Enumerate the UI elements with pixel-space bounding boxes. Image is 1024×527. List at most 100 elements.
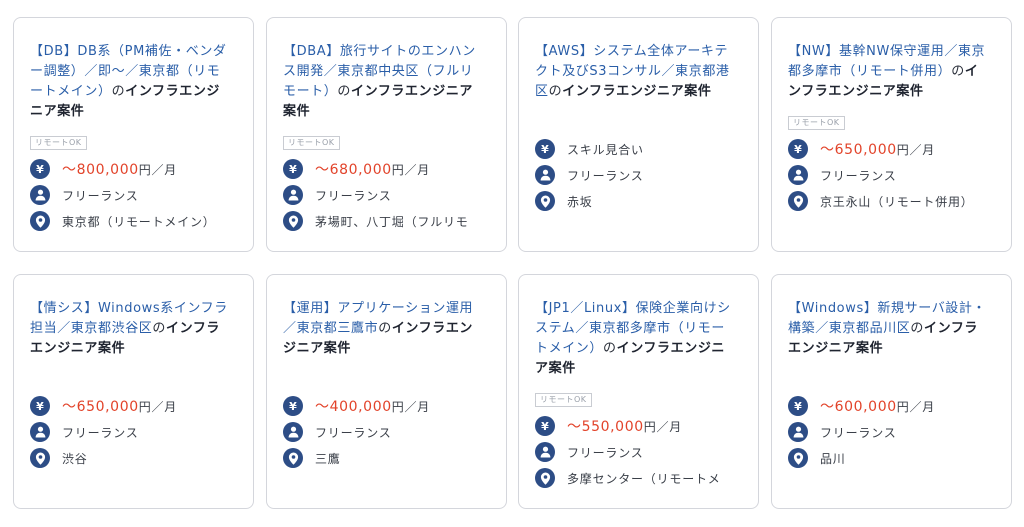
job-card[interactable]: 【JP1／Linux】保険企業向けシステム／東京都多摩市（リモートメイン）のイン… (518, 274, 759, 509)
location-text: 品川 (820, 451, 846, 466)
contract-type: フリーランス (62, 188, 139, 203)
job-title[interactable]: 【NW】基幹NW保守運用／東京都多摩市（リモート併用）のインフラエンジニア案件 (788, 42, 991, 102)
price-row: ¥ 〜600,000円／月 (788, 393, 991, 419)
price-prefix: 〜 (62, 162, 77, 178)
price-prefix: 〜 (315, 162, 330, 178)
price-unit: 円／月 (138, 400, 178, 414)
job-title-part: の (603, 341, 617, 356)
remote-ok-badge: リモートOK (30, 136, 87, 150)
price-unit: 円／月 (391, 163, 431, 177)
job-title-part: インフラエンジニア案件 (562, 84, 712, 99)
yen-icon: ¥ (283, 396, 303, 416)
job-title[interactable]: 【運用】アプリケーション運用／東京都三鷹市のインフラエンジニア案件 (283, 299, 486, 359)
price-text: スキル見合い (567, 142, 644, 157)
contract-row: フリーランス (788, 162, 991, 188)
map-pin-icon (30, 211, 50, 231)
person-icon (788, 422, 808, 442)
person-icon (30, 422, 50, 442)
price-value: 〜650,000円／月 (820, 139, 935, 159)
price-value: 〜400,000円／月 (315, 396, 430, 416)
price-row: ¥ 〜400,000円／月 (283, 393, 486, 419)
job-card-grid: 【DB】DB系（PM補佐・ベンダー調整）／即〜／東京都（リモートメイン）のインフ… (0, 0, 1024, 527)
price-prefix: 〜 (62, 399, 77, 415)
yen-icon: ¥ (535, 139, 555, 159)
yen-icon: ¥ (283, 159, 303, 179)
price-prefix: 〜 (820, 399, 835, 415)
location-row: 赤坂 (535, 188, 738, 214)
yen-icon: ¥ (30, 396, 50, 416)
price-amount: 600,000 (834, 399, 897, 415)
contract-row: フリーランス (30, 419, 233, 445)
price-value: 〜650,000円／月 (62, 396, 177, 416)
contract-row: フリーランス (535, 439, 738, 465)
remote-ok-badge: リモートOK (788, 116, 845, 130)
contract-row: フリーランス (535, 162, 738, 188)
job-card[interactable]: 【情シス】Windows系インフラ担当／東京都渋谷区のインフラエンジニア案件 ¥ 〜… (13, 274, 254, 509)
price-row: ¥ 〜680,000円／月 (283, 156, 486, 182)
job-card[interactable]: 【DB】DB系（PM補佐・ベンダー調整）／即〜／東京都（リモートメイン）のインフ… (13, 17, 254, 252)
job-title[interactable]: 【DB】DB系（PM補佐・ベンダー調整）／即〜／東京都（リモートメイン）のインフ… (30, 42, 233, 122)
contract-row: フリーランス (788, 419, 991, 445)
location-row: 多摩センター（リモートメ (535, 465, 738, 491)
job-title-part: の (951, 64, 965, 79)
price-amount: 650,000 (76, 399, 139, 415)
price-value: 〜600,000円／月 (820, 396, 935, 416)
location-text: 東京都（リモートメイン） (62, 214, 216, 229)
job-title[interactable]: 【AWS】システム全体アーキテクト及びS3コンサル／東京都港区のインフラエンジニ… (535, 42, 738, 102)
contract-type: フリーランス (820, 168, 897, 183)
job-card[interactable]: 【運用】アプリケーション運用／東京都三鷹市のインフラエンジニア案件 ¥ 〜400,0… (266, 274, 507, 509)
job-card[interactable]: 【DBA】旅行サイトのエンハンス開発／東京都中央区（フルリモート）のインフラエン… (266, 17, 507, 252)
job-card[interactable]: 【AWS】システム全体アーキテクト及びS3コンサル／東京都港区のインフラエンジニ… (518, 17, 759, 252)
location-text: 三鷹 (315, 451, 341, 466)
map-pin-icon (283, 211, 303, 231)
price-row: ¥ 〜650,000円／月 (788, 136, 991, 162)
price-row: ¥ 〜650,000円／月 (30, 393, 233, 419)
job-title[interactable]: 【Windows】新規サーバ設計・構築／東京都品川区のインフラエンジニア案件 (788, 299, 991, 359)
price-row: ¥ 〜800,000円／月 (30, 156, 233, 182)
job-title[interactable]: 【JP1／Linux】保険企業向けシステム／東京都多摩市（リモートメイン）のイン… (535, 299, 738, 379)
contract-row: フリーランス (283, 419, 486, 445)
location-text: 茅場町、八丁堀（フルリモ (315, 214, 469, 229)
contract-type: フリーランス (567, 168, 644, 183)
job-title-part: の (548, 84, 563, 99)
contract-row: フリーランス (283, 182, 486, 208)
location-text: 多摩センター（リモートメ (567, 471, 721, 486)
map-pin-icon (30, 448, 50, 468)
yen-icon: ¥ (788, 396, 808, 416)
price-unit: 円／月 (643, 420, 683, 434)
location-text: 赤坂 (567, 194, 593, 209)
contract-type: フリーランス (315, 188, 392, 203)
job-title[interactable]: 【情シス】Windows系インフラ担当／東京都渋谷区のインフラエンジニア案件 (30, 299, 233, 359)
price-unit: 円／月 (138, 163, 178, 177)
remote-ok-badge: リモートOK (283, 136, 340, 150)
location-row: 茅場町、八丁堀（フルリモ (283, 208, 486, 234)
location-row: 東京都（リモートメイン） (30, 208, 233, 234)
price-unit: 円／月 (896, 400, 936, 414)
yen-icon: ¥ (788, 139, 808, 159)
remote-ok-badge: リモートOK (535, 393, 592, 407)
location-row: 三鷹 (283, 445, 486, 471)
location-text: 京王永山（リモート併用） (820, 194, 974, 209)
job-title-part: の (152, 321, 167, 336)
location-text: 渋谷 (62, 451, 88, 466)
job-title-part: の (910, 321, 925, 336)
location-row: 京王永山（リモート併用） (788, 188, 991, 214)
person-icon (535, 165, 555, 185)
price-prefix: 〜 (567, 419, 582, 435)
job-title[interactable]: 【DBA】旅行サイトのエンハンス開発／東京都中央区（フルリモート）のインフラエン… (283, 42, 486, 122)
price-unit: 円／月 (896, 143, 936, 157)
job-card[interactable]: 【Windows】新規サーバ設計・構築／東京都品川区のインフラエンジニア案件 ¥ 〜… (771, 274, 1012, 509)
job-title-part: の (111, 84, 126, 99)
price-prefix: 〜 (820, 142, 835, 158)
price-prefix: 〜 (315, 399, 330, 415)
person-icon (788, 165, 808, 185)
price-unit: 円／月 (391, 400, 431, 414)
location-row: 渋谷 (30, 445, 233, 471)
contract-type: フリーランス (62, 425, 139, 440)
contract-type: フリーランス (820, 425, 897, 440)
price-value: 〜680,000円／月 (315, 159, 430, 179)
person-icon (283, 422, 303, 442)
job-card[interactable]: 【NW】基幹NW保守運用／東京都多摩市（リモート併用）のインフラエンジニア案件リ… (771, 17, 1012, 252)
yen-icon: ¥ (30, 159, 50, 179)
map-pin-icon (535, 191, 555, 211)
